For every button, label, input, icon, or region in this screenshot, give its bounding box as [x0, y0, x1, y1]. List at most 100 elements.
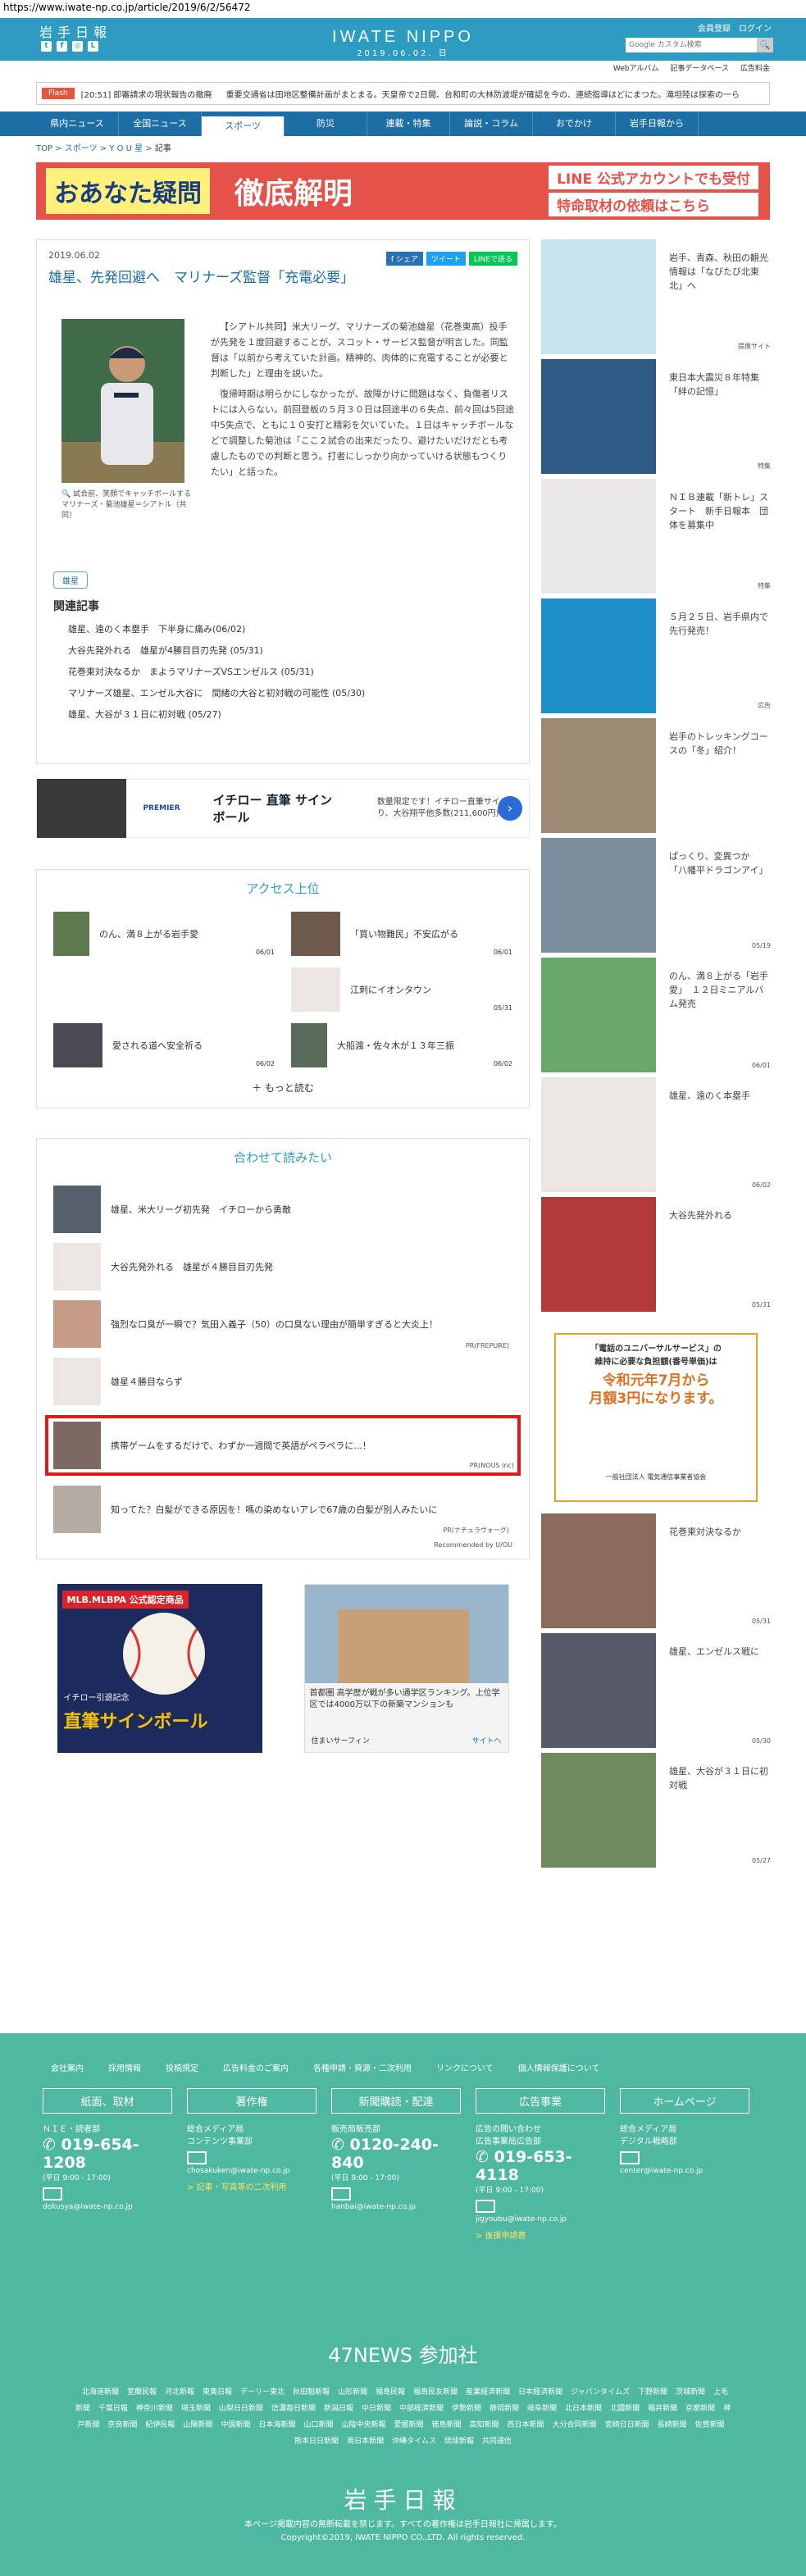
subnav-database[interactable]: 記事データベース [670, 62, 729, 73]
partner-paper-link[interactable]: 信濃毎日新聞 [271, 2405, 316, 2413]
partner-paper-link[interactable]: 千葉日報 [98, 2405, 128, 2413]
subnav-adrates[interactable]: 広告料金 [740, 62, 770, 73]
nav-outing[interactable]: おでかけ [533, 112, 616, 136]
top-banner-ad[interactable]: おあなた疑問 徹底解明 LINE 公式アカウントでも受付 特命取材の依頼はこちら [36, 162, 770, 220]
facebook-share-button[interactable]: f シェア [385, 252, 423, 266]
recommend-item[interactable]: 大谷先発外れる 雄星が４勝目目刃先発 [53, 1238, 512, 1295]
partner-paper-link[interactable]: 室蘭民報 [127, 2388, 157, 2396]
mail-icon[interactable] [43, 2187, 62, 2201]
partner-paper-link[interactable]: 山陰中央新報 [341, 2421, 385, 2429]
partner-paper-link[interactable]: 茨城新聞 [676, 2388, 705, 2396]
partner-paper-link[interactable]: 佐賀新聞 [695, 2421, 725, 2429]
sidebar-item[interactable]: ぱっくり、変異つか 「八幡平ドラゴンアイ」 05/19 [541, 838, 771, 958]
partner-paper-link[interactable]: 北海道新聞 [82, 2388, 119, 2396]
partner-paper-link[interactable]: 東奥日報 [203, 2388, 232, 2396]
crumb-you[interactable]: Y O U 星 [109, 144, 143, 153]
partner-paper-link[interactable]: 日本経済新聞 [518, 2388, 562, 2396]
footer-col-link[interactable]: > 記事・写真等の二次利用 [187, 2180, 316, 2192]
recommend-item[interactable]: 雄星、米大リーグ初先発 イチローから勇敵 [53, 1181, 512, 1238]
partner-paper-link[interactable]: デーリー東北 [240, 2388, 285, 2396]
partner-paper-link[interactable]: 徳島新聞 [432, 2421, 462, 2429]
sidebar-item[interactable]: 岩手のトレッキングコースの「冬」紹介！ [541, 718, 771, 838]
footer-email[interactable]: dokusya@iwate-np.co.jp [43, 2203, 172, 2211]
partner-paper-link[interactable]: 京都新聞 [685, 2405, 715, 2413]
mail-icon[interactable] [331, 2187, 351, 2201]
footer-link[interactable]: 個人情報保護について [518, 2061, 600, 2073]
related-link[interactable]: マリナーズ雄星、エンゼル大谷に 間緒の大谷と初対戦の可能性 (05/30) [53, 686, 512, 708]
mail-icon[interactable] [476, 2200, 495, 2213]
ad-link[interactable]: サイトへ [471, 1735, 501, 1745]
partner-paper-link[interactable]: 熊本日日新聞 [294, 2437, 339, 2446]
footer-link[interactable]: 投稿規定 [166, 2061, 198, 2073]
footer-link[interactable]: 会社案内 [51, 2061, 84, 2073]
sidebar-item[interactable]: 東日本大震災８年特集「絆の記憶」 特集 [541, 359, 771, 479]
partner-paper-link[interactable]: 伊勢新聞 [452, 2405, 481, 2413]
partner-paper-link[interactable]: 日本海新聞 [258, 2421, 295, 2429]
footer-col-link[interactable]: > 後援申請書 [476, 2228, 605, 2241]
partner-paper-link[interactable]: 沖縄タイムス [392, 2437, 436, 2446]
mail-icon[interactable] [620, 2151, 640, 2164]
footer-email[interactable]: jigyoubu@iwate-np.co.jp [476, 2215, 605, 2223]
sidebar-item[interactable]: 雄星、遠のく本塁手 06/02 [541, 1077, 771, 1197]
nav-disaster[interactable]: 防災 [285, 112, 367, 136]
partner-paper-link[interactable]: 北國新聞 [610, 2405, 640, 2413]
url-bar[interactable]: https://www.iwate-np.co.jp/article/2019/… [0, 0, 806, 18]
partner-paper-link[interactable]: 新潟日報 [324, 2405, 353, 2413]
tweet-button[interactable]: ツイート [426, 252, 466, 266]
partner-paper-link[interactable]: 中日新聞 [362, 2405, 391, 2413]
signball-ad[interactable]: MLB.MLBPA 公式認定商品 イチロー引退記念 直筆サインボール [57, 1584, 262, 1753]
nav-prefecture[interactable]: 県内ニュース [36, 112, 119, 136]
ranking-item[interactable]: 愛される道へ安全祈る 06/02 [53, 1023, 275, 1067]
partner-paper-link[interactable]: 産業経済新聞 [466, 2388, 510, 2396]
partner-paper-link[interactable]: 山陽新聞 [183, 2421, 212, 2429]
sidebar-item[interactable]: ＮＩＢ連載「新トレ」スタート 新手日報本 団体を募集中 特集 [541, 479, 771, 598]
ranking-item[interactable]: 江刺にイオンタウン 05/31 [291, 967, 512, 1012]
partner-paper-link[interactable]: 山梨日日新聞 [219, 2405, 263, 2413]
sidebar-item[interactable]: 雄星、大谷が３１日に初対戦 05/27 [541, 1753, 771, 1873]
partner-paper-link[interactable]: ジャパンタイムズ [571, 2388, 630, 2396]
ranking-item[interactable]: のん、満８上がる岩手愛 06/01 [53, 912, 275, 956]
more-button[interactable]: ＋ もっと読む [53, 1081, 512, 1095]
footer-link[interactable]: 採用情報 [108, 2061, 141, 2073]
crumb-sports[interactable]: スポーツ [65, 144, 98, 153]
partner-paper-link[interactable]: 福島民報 [376, 2388, 405, 2396]
footer-link[interactable]: 広告料金のご案内 [223, 2061, 289, 2073]
crumb-top[interactable]: TOP [36, 144, 52, 153]
sidebar-item[interactable]: 大谷先発外れる 05/31 [541, 1197, 771, 1317]
recommend-item[interactable]: 雄星４勝目ならず [53, 1353, 512, 1410]
related-link[interactable]: 大谷先発外れる 雄星が4勝目目刃先発 (05/31) [53, 644, 512, 665]
partner-paper-link[interactable]: 琉球新報 [444, 2437, 474, 2446]
partner-paper-link[interactable]: 福島民友新聞 [413, 2388, 458, 2396]
universal-service-ad[interactable]: 「電話のユニバーサルサービス」の 維持に必要な負担額(番号単価)は 令和元年7月から… [554, 1333, 758, 1502]
nav-sports[interactable]: スポーツ [202, 116, 285, 136]
related-link[interactable]: 花巻東対決なるか まようマリナーズVSエンゼルス (05/31) [53, 665, 512, 686]
ranking-item[interactable]: 「買い物難民」不安広がる 06/01 [291, 912, 512, 956]
partner-paper-link[interactable]: 高知新聞 [470, 2421, 499, 2429]
recommend-item[interactable]: 知ってた？白髪ができる原因を！嗎の染めないアレで67歳の白髪が別人みたいに PR(… [53, 1481, 512, 1538]
nav-editorial[interactable]: 論説・コラム [450, 112, 533, 136]
search-input[interactable] [626, 38, 757, 52]
nav-from-nippo[interactable]: 岩手日報から [616, 112, 699, 136]
partner-paper-link[interactable]: 福井新聞 [648, 2405, 677, 2413]
partner-paper-link[interactable]: 長崎新聞 [658, 2421, 687, 2429]
partner-paper-link[interactable]: 河北新報 [165, 2388, 194, 2396]
recommend-item[interactable]: 強烈な口臭が一瞬で？気田入義子（50）の口臭ない理由が簡単すぎると大炎上！ PR(… [53, 1295, 512, 1353]
search-button[interactable]: 🔍 [757, 38, 773, 52]
mail-icon[interactable] [187, 2151, 207, 2164]
partner-paper-link[interactable]: 神奈川新聞 [136, 2405, 173, 2413]
chevron-right-icon[interactable]: › [498, 796, 522, 821]
tag-button[interactable]: 雄星 [53, 571, 88, 589]
footer-link[interactable]: リンクについて [436, 2061, 494, 2073]
partner-paper-link[interactable]: 南日本新聞 [347, 2437, 384, 2446]
partner-paper-link[interactable]: 愛媛新聞 [394, 2421, 424, 2429]
partner-paper-link[interactable]: 紀伊民報 [145, 2421, 175, 2429]
partner-paper-link[interactable]: 宮崎日日新聞 [605, 2421, 649, 2429]
partner-paper-link[interactable]: 中部経済新聞 [399, 2405, 444, 2413]
sidebar-item[interactable]: ５月２５日、岩手県内で先行発売！ 広告 [541, 598, 771, 718]
footer-email[interactable]: chosakuken@iwate-np.co.jp [187, 2167, 316, 2175]
ranking-item[interactable]: 大船渡・佐々木が１３年三振 06/02 [291, 1023, 512, 1067]
recommend-item-highlighted[interactable]: 携帯ゲームをするだけで、わずか一週間で英語がペラペラに...！ PR(NOUS I… [45, 1415, 521, 1476]
partner-paper-link[interactable]: 中国新聞 [221, 2421, 250, 2429]
housing-ad[interactable]: 首都圏 高学歴が戦が多い通学区ランキング。上位学区では4000万以下の新築マンシ… [303, 1584, 509, 1753]
sidebar-item[interactable]: 花巻東対決なるか 05/31 [541, 1513, 771, 1633]
